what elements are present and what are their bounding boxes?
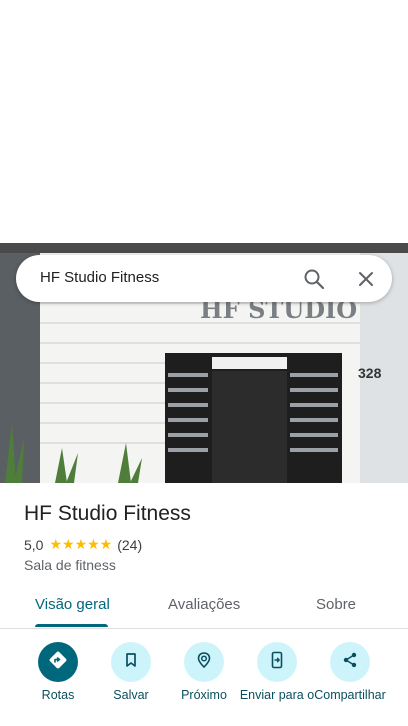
search-query[interactable]: HF Studio Fitness (40, 269, 159, 286)
rating-row[interactable]: 5,0 ★★★★★ (24) (24, 536, 142, 553)
rating-value: 5,0 (24, 536, 44, 553)
tab-bar: Visão geral Avaliações Sobre (0, 594, 408, 629)
place-title: HF Studio Fitness (24, 502, 191, 525)
directions-icon (48, 650, 68, 675)
nearby-label: Próximo (181, 688, 227, 702)
share-button[interactable]: Compartilhar (310, 642, 390, 702)
nearby-icon (194, 650, 214, 675)
send-to-phone-label: Enviar para o (239, 688, 315, 702)
send-to-phone-icon (267, 650, 287, 675)
active-tab-indicator (35, 624, 108, 627)
bookmark-icon (121, 650, 141, 675)
street-number: 328 (358, 365, 382, 381)
action-bar: Rotas Salvar Próximo Enviar para o Compa… (0, 640, 408, 726)
search-icon[interactable] (302, 267, 326, 291)
save-button[interactable]: Salvar (91, 642, 171, 702)
close-icon[interactable] (354, 267, 378, 291)
nearby-button[interactable]: Próximo (164, 642, 244, 702)
review-count[interactable]: (24) (117, 537, 142, 553)
send-to-phone-button[interactable]: Enviar para o (237, 642, 317, 702)
tab-reviews[interactable]: Avaliações (168, 596, 240, 613)
save-label: Salvar (113, 688, 149, 702)
share-icon (340, 650, 360, 675)
share-label: Compartilhar (314, 688, 386, 702)
rating-stars: ★★★★★ (49, 536, 113, 552)
tab-about[interactable]: Sobre (316, 596, 356, 613)
directions-button[interactable]: Rotas (18, 642, 98, 702)
tab-overview[interactable]: Visão geral (35, 596, 110, 613)
directions-label: Rotas (41, 688, 75, 702)
place-category: Sala de fitness (24, 557, 116, 573)
map-area[interactable] (0, 0, 408, 243)
search-bar[interactable]: HF Studio Fitness (16, 255, 392, 302)
